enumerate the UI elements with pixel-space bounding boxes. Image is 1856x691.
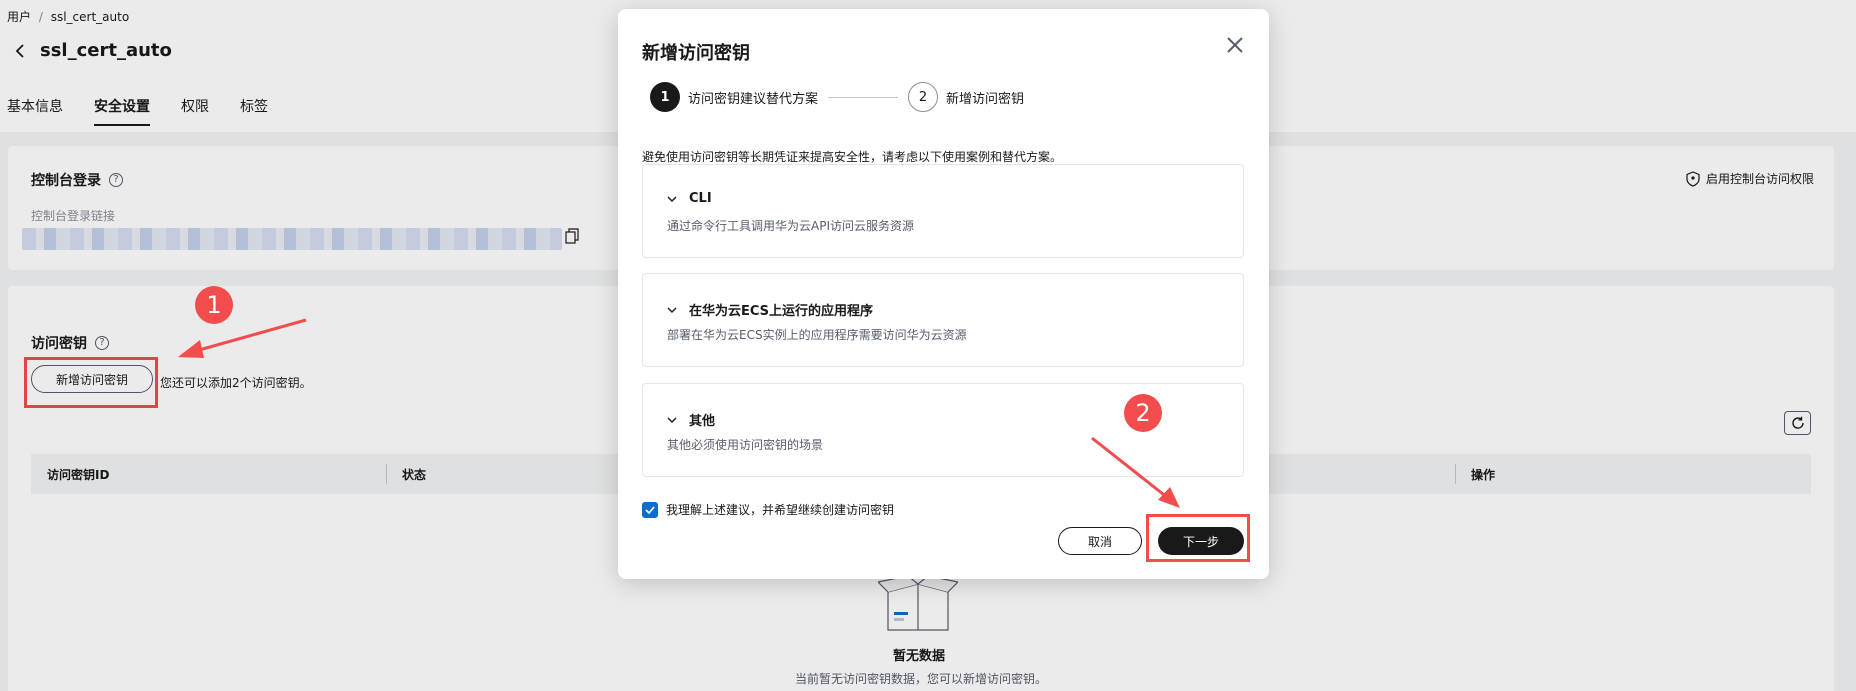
step-2-label: 新增访问密钥	[946, 91, 1025, 107]
agree-label[interactable]: 我理解上述建议，并希望继续创建访问密钥	[666, 501, 894, 518]
use-case-desc: 其他必须使用访问密钥的场景	[667, 438, 824, 452]
use-case-title: 在华为云ECS上运行的应用程序	[689, 304, 874, 319]
use-case-title: 其他	[689, 414, 716, 429]
annotation-highlight-box-2	[1146, 514, 1250, 562]
agree-row: 我理解上述建议，并希望继续创建访问密钥	[642, 501, 894, 518]
annotation-marker-1: 1	[195, 286, 233, 324]
step-2-circle: 2	[908, 82, 939, 112]
use-case-card-ecs[interactable]: 在华为云ECS上运行的应用程序 部署在华为云ECS实例上的应用程序需要访问华为云…	[642, 273, 1244, 367]
step-connector	[828, 96, 899, 98]
stepper: 1 访问密钥建议替代方案 2 新增访问密钥	[650, 82, 1024, 112]
step-1-label: 访问密钥建议替代方案	[688, 91, 819, 107]
cancel-button[interactable]: 取消	[1058, 527, 1142, 555]
use-case-desc: 部署在华为云ECS实例上的应用程序需要访问华为云资源	[667, 328, 967, 342]
use-case-title: CLI	[689, 191, 712, 206]
add-access-key-dialog: 新增访问密钥 1 访问密钥建议替代方案 2 新增访问密钥 避免使用访问密钥等长期…	[618, 9, 1269, 579]
agree-checkbox[interactable]	[642, 501, 658, 518]
chevron-down-icon	[667, 196, 677, 202]
annotation-marker-2: 2	[1124, 394, 1162, 432]
close-button[interactable]	[1223, 33, 1247, 57]
security-notice: 避免使用访问密钥等长期凭证来提高安全性，请考虑以下使用案例和替代方案。	[642, 150, 1063, 164]
use-case-desc: 通过命令行工具调用华为云API访问云服务资源	[667, 219, 914, 233]
use-case-card-cli[interactable]: CLI 通过命令行工具调用华为云API访问云服务资源	[642, 164, 1244, 258]
step-1-circle: 1	[650, 82, 680, 112]
chevron-down-icon	[667, 307, 677, 313]
checkmark-icon	[645, 505, 655, 514]
close-icon	[1227, 37, 1243, 53]
chevron-down-icon	[667, 417, 677, 423]
dialog-title: 新增访问密钥	[642, 43, 750, 64]
